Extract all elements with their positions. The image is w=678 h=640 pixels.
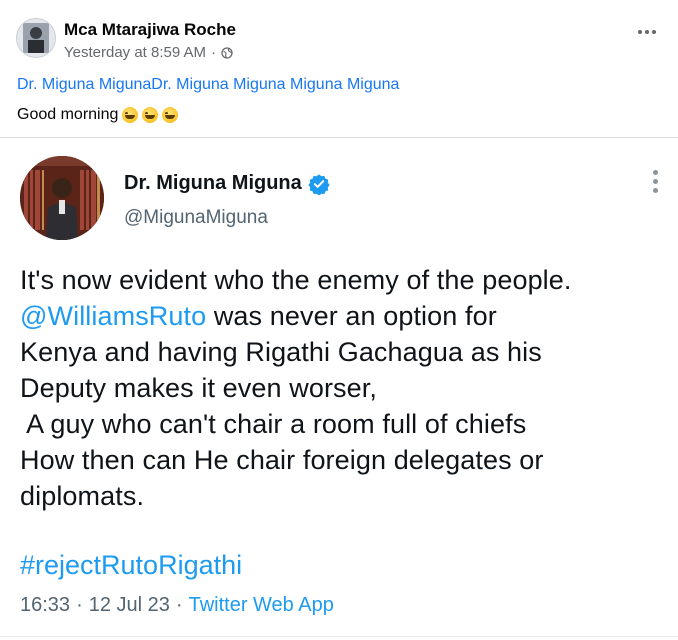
- bottom-divider: [0, 636, 678, 637]
- tweet-line: Deputy makes it even worser,: [20, 373, 377, 403]
- grinning-face-icon: [162, 107, 179, 123]
- tweet-author: Dr. Miguna Miguna: [124, 172, 330, 195]
- post-timestamp[interactable]: Yesterday at 8:59 AM: [64, 44, 206, 61]
- tweet-body: It's now evident who the enemy of the pe…: [20, 262, 670, 514]
- tweet-hashtag: #rejectRutoRigathi: [20, 550, 243, 580]
- tweet-author-name: Dr. Miguna Miguna: [124, 172, 302, 194]
- tweet-line: @WilliamsRuto was never an option for: [20, 298, 670, 334]
- tweet-line: It's now evident who the enemy of the pe…: [20, 265, 572, 295]
- meta-dot: ·: [175, 594, 183, 616]
- meta-dot: ·: [76, 594, 83, 616]
- tweet-line-text: was never an option for: [206, 301, 497, 331]
- post-author-name[interactable]: Mca Mtarajiwa Roche: [64, 20, 236, 40]
- tweet-date: 12 Jul 23: [88, 594, 170, 616]
- facebook-post: Mca Mtarajiwa Roche Yesterday at 8:59 AM…: [0, 0, 678, 640]
- tweet-line: How then can He chair foreign delegates …: [20, 445, 544, 475]
- tweet-meta: 16:33 · 12 Jul 23 · Twitter Web App: [20, 594, 334, 617]
- globe-icon[interactable]: [221, 46, 233, 59]
- tweet-source: Twitter Web App: [188, 594, 334, 616]
- tweet-line: A guy who can't chair a room full of chi…: [20, 409, 527, 439]
- more-vertical-icon: [653, 170, 658, 193]
- author-avatar[interactable]: [16, 18, 56, 58]
- tweet-line: Kenya and having Rigathi Gachagua as his: [20, 337, 542, 367]
- grinning-face-icon: [122, 107, 139, 123]
- tagged-mentions[interactable]: Dr. Miguna MigunaDr. Miguna Miguna Migun…: [17, 76, 399, 94]
- more-horizontal-icon[interactable]: [638, 30, 656, 34]
- tweet-line: diplomats.: [20, 481, 145, 511]
- tweet-handle: @MigunaMiguna: [124, 207, 268, 228]
- mention-link: @WilliamsRuto: [20, 301, 207, 331]
- post-caption: Good morning: [17, 106, 179, 124]
- meta-separator: ·: [211, 44, 217, 61]
- post-divider: [0, 137, 678, 138]
- tweet-time: 16:33: [20, 594, 71, 616]
- caption-text: Good morning: [17, 106, 119, 123]
- grinning-face-icon: [142, 107, 159, 123]
- tweet-avatar: [20, 156, 104, 240]
- post-meta: Yesterday at 8:59 AM ·: [64, 44, 233, 61]
- verified-badge-icon: [308, 173, 330, 195]
